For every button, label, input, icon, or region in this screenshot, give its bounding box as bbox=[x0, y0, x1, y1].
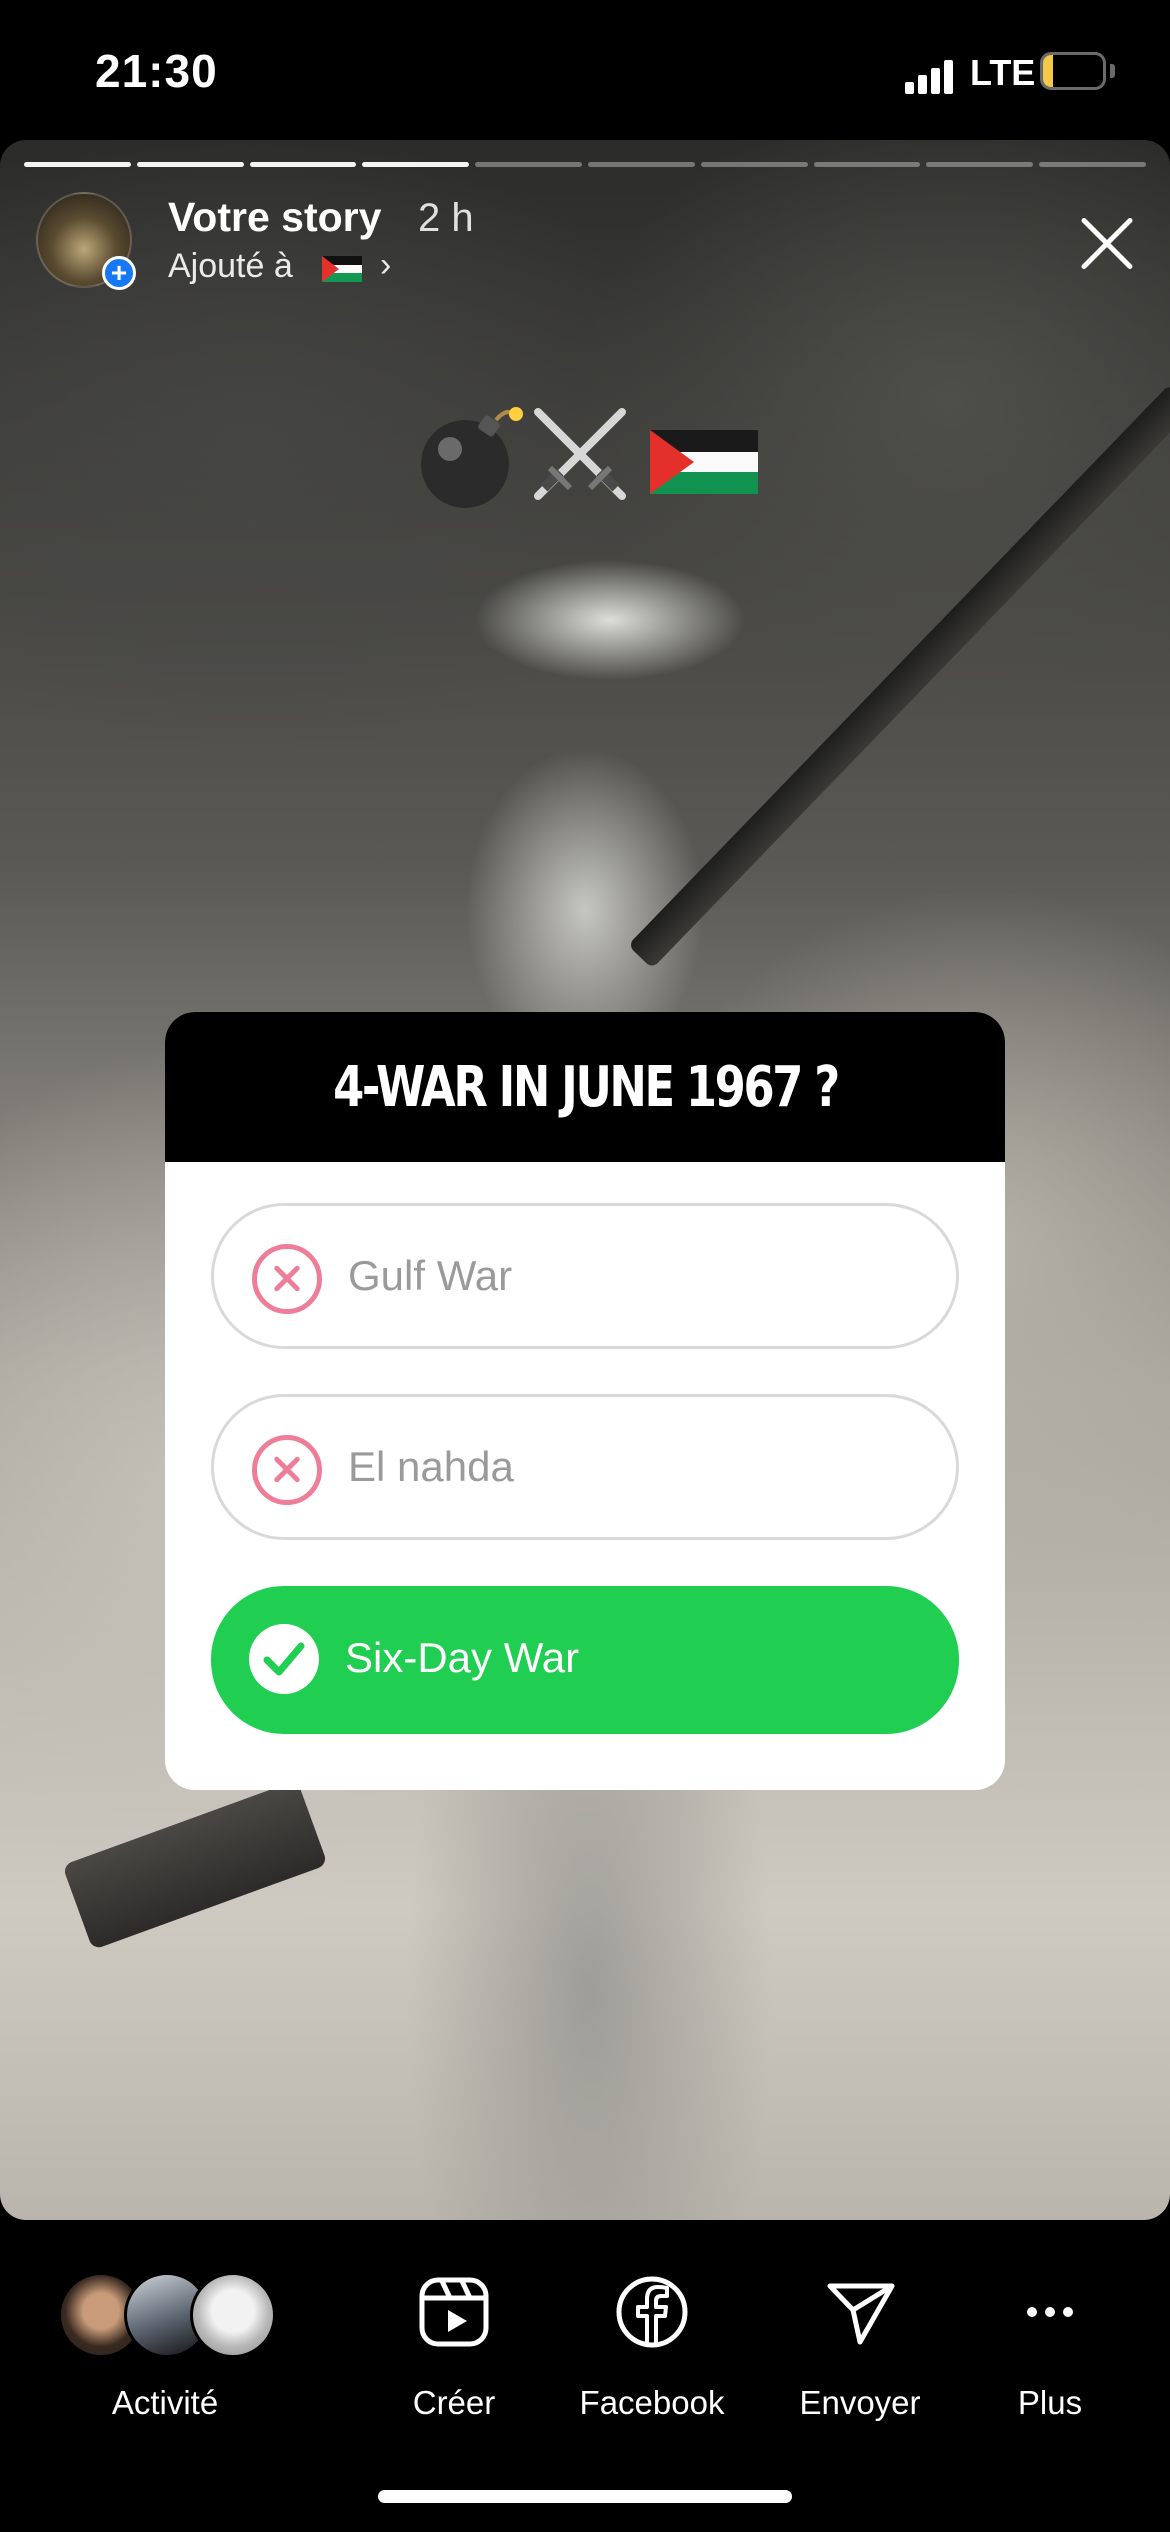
story-progress-segment bbox=[813, 162, 921, 167]
send-icon bbox=[827, 2283, 895, 2345]
send-button[interactable]: Envoyer bbox=[799, 2272, 921, 2421]
quiz-option-gulf-war[interactable]: Gulf War bbox=[211, 1203, 959, 1349]
story-progress-segment bbox=[249, 162, 357, 167]
create-button[interactable]: Créer bbox=[413, 2272, 495, 2421]
more-label: Plus bbox=[1017, 2384, 1083, 2421]
quiz-option-six-day-war[interactable]: Six-Day War bbox=[211, 1586, 959, 1734]
palestine-flag-icon bbox=[322, 256, 362, 282]
added-to-label[interactable]: Ajouté à bbox=[168, 247, 293, 286]
facebook-icon bbox=[616, 2276, 688, 2348]
quiz-option-el-nahda[interactable]: El nahda bbox=[211, 1394, 959, 1540]
home-indicator[interactable] bbox=[378, 2490, 792, 2503]
story-progress-segment bbox=[136, 162, 244, 167]
close-icon[interactable] bbox=[1076, 212, 1138, 274]
status-time: 21:30 bbox=[95, 45, 218, 97]
chevron-right-icon[interactable]: › bbox=[380, 246, 391, 285]
wrong-answer-icon bbox=[252, 1244, 322, 1314]
story-progress-segment bbox=[24, 162, 131, 167]
story-viewer[interactable]: + Votre story 2 h Ajouté à › 4-WAR IN JU… bbox=[0, 140, 1170, 2220]
activity-label: Activité bbox=[111, 2384, 219, 2421]
correct-answer-icon bbox=[249, 1624, 319, 1694]
story-progress-segment bbox=[587, 162, 695, 167]
network-type: LTE bbox=[970, 52, 1036, 93]
viewer-avatars bbox=[58, 2272, 278, 2358]
add-plus-icon[interactable]: + bbox=[102, 256, 136, 290]
story-progress-segment bbox=[362, 162, 470, 167]
story-progress-segment bbox=[1039, 162, 1146, 167]
send-label: Envoyer bbox=[799, 2384, 921, 2421]
story-photo-rifle-stock bbox=[62, 1779, 328, 1951]
battery-icon: 16 bbox=[1040, 52, 1106, 90]
facebook-label: Facebook bbox=[579, 2384, 725, 2421]
reels-icon bbox=[419, 2277, 489, 2347]
battery-percent: 16 bbox=[1057, 56, 1089, 86]
emoji-sticker-row bbox=[421, 407, 758, 508]
create-label: Créer bbox=[412, 2384, 496, 2421]
status-bar: 21:30 LTE 16 bbox=[0, 0, 1170, 140]
battery-cap bbox=[1110, 64, 1115, 78]
bottom-action-bar: Activité Créer Facebook Envoyer Plus bbox=[0, 2220, 1170, 2532]
quiz-option-label: El nahda bbox=[348, 1443, 514, 1490]
quiz-option-label: Six-Day War bbox=[345, 1634, 580, 1681]
wrong-answer-icon bbox=[252, 1435, 322, 1505]
bomb-emoji bbox=[421, 407, 523, 508]
story-progress-segment bbox=[700, 162, 808, 167]
story-progress-segment bbox=[926, 162, 1034, 167]
quiz-question: 4-WAR IN JUNE 1967 ? bbox=[332, 1054, 840, 1120]
story-progress-segment bbox=[475, 162, 582, 167]
crossed-swords-emoji bbox=[534, 408, 626, 500]
signal-strength-icon bbox=[905, 58, 957, 94]
more-dots-icon bbox=[1027, 2307, 1073, 2317]
quiz-sticker[interactable]: 4-WAR IN JUNE 1967 ? Gulf War El nahda S… bbox=[165, 1012, 1005, 1790]
quiz-header: 4-WAR IN JUNE 1967 ? bbox=[165, 1012, 1005, 1162]
more-button[interactable]: Plus bbox=[1010, 2272, 1090, 2421]
story-progress-bar bbox=[24, 162, 1146, 167]
quiz-option-label: Gulf War bbox=[348, 1252, 513, 1299]
avatar bbox=[190, 2272, 276, 2358]
story-title[interactable]: Votre story bbox=[168, 194, 381, 241]
palestine-flag-emoji bbox=[650, 430, 758, 494]
facebook-button[interactable]: Facebook bbox=[580, 2272, 724, 2421]
story-time-ago: 2 h bbox=[418, 196, 474, 240]
